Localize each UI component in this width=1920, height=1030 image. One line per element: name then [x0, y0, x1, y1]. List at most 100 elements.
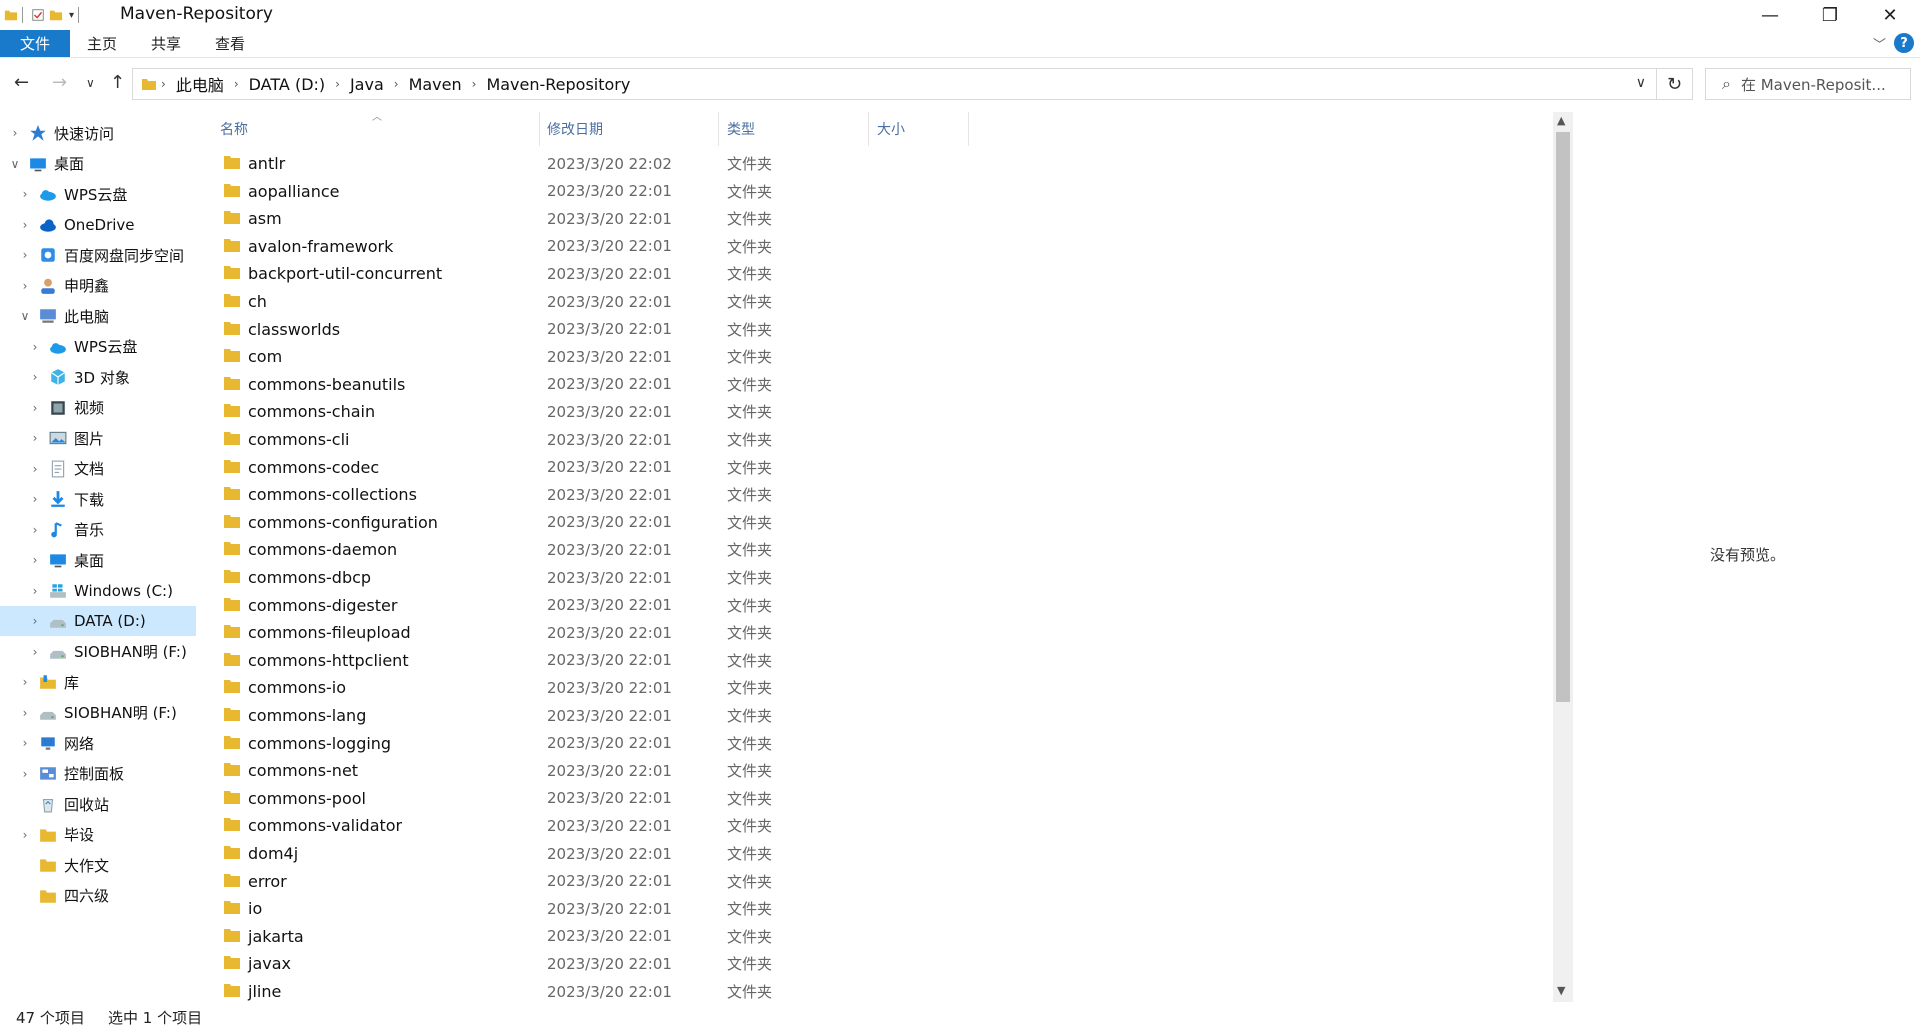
chevron-right-icon[interactable]: › — [18, 767, 32, 781]
table-row[interactable]: antlr 2023/3/20 22:02 文件夹 — [210, 150, 1550, 177]
chevron-right-icon[interactable]: › — [28, 523, 42, 537]
vertical-scrollbar[interactable]: ▲ ▼ — [1553, 112, 1573, 1002]
table-row[interactable]: commons-collections 2023/3/20 22:01 文件夹 — [210, 481, 1550, 508]
table-row[interactable]: commons-io 2023/3/20 22:01 文件夹 — [210, 674, 1550, 701]
scroll-up-icon[interactable]: ▲ — [1557, 114, 1565, 127]
table-row[interactable]: avalon-framework 2023/3/20 22:01 文件夹 — [210, 233, 1550, 260]
table-row[interactable]: commons-lang 2023/3/20 22:01 文件夹 — [210, 702, 1550, 729]
tree-item[interactable]: › Windows (C:) — [0, 576, 196, 606]
search-input[interactable]: ⌕ 在 Maven-Reposit... — [1705, 68, 1911, 100]
tree-item[interactable]: › 毕设 — [0, 820, 196, 850]
column-header-date[interactable]: 修改日期 — [547, 112, 717, 146]
chevron-right-icon[interactable]: › — [18, 279, 32, 293]
tab-view[interactable]: 查看 — [200, 30, 260, 57]
table-row[interactable]: commons-cli 2023/3/20 22:01 文件夹 — [210, 426, 1550, 453]
tree-item[interactable]: ∨ 桌面 — [0, 149, 196, 179]
tree-item[interactable]: › SIOBHAN明 (F:) — [0, 698, 196, 728]
table-row[interactable]: error 2023/3/20 22:01 文件夹 — [210, 868, 1550, 895]
tree-item[interactable]: › 百度网盘同步空间 — [0, 240, 196, 270]
breadcrumb-maven[interactable]: Maven — [409, 75, 462, 94]
tree-item[interactable]: › 视频 — [0, 393, 196, 423]
chevron-right-icon[interactable]: › — [18, 736, 32, 750]
maximize-button[interactable]: ❐ — [1800, 0, 1860, 30]
column-header-type[interactable]: 类型 — [727, 112, 867, 146]
divider[interactable] — [868, 112, 869, 146]
tree-item[interactable]: › WPS云盘 — [0, 332, 196, 362]
chevron-right-icon[interactable]: › — [394, 77, 399, 91]
column-header-size[interactable]: 大小 — [877, 112, 967, 146]
table-row[interactable]: aopalliance 2023/3/20 22:01 文件夹 — [210, 178, 1550, 205]
chevron-right-icon[interactable]: › — [28, 645, 42, 659]
breadcrumb-this-pc[interactable]: 此电脑 — [176, 72, 224, 96]
tree-item[interactable]: › WPS云盘 — [0, 179, 196, 209]
chevron-right-icon[interactable]: › — [28, 492, 42, 506]
tab-share[interactable]: 共享 — [136, 30, 196, 57]
tree-item[interactable]: › 控制面板 — [0, 759, 196, 789]
table-row[interactable]: dom4j 2023/3/20 22:01 文件夹 — [210, 840, 1550, 867]
chevron-right-icon[interactable]: › — [28, 401, 42, 415]
help-icon[interactable]: ? — [1894, 33, 1914, 53]
table-row[interactable]: commons-daemon 2023/3/20 22:01 文件夹 — [210, 536, 1550, 563]
forward-icon[interactable]: → — [52, 72, 67, 93]
up-icon[interactable]: ↑ — [110, 72, 125, 93]
customize-toolbar-icon[interactable]: ▾ — [69, 10, 74, 21]
tree-item[interactable]: › SIOBHAN明 (F:) — [0, 637, 196, 667]
table-row[interactable]: com 2023/3/20 22:01 文件夹 — [210, 343, 1550, 370]
table-row[interactable]: asm 2023/3/20 22:01 文件夹 — [210, 205, 1550, 232]
table-row[interactable]: classworlds 2023/3/20 22:01 文件夹 — [210, 316, 1550, 343]
tree-item[interactable]: 四六级 — [0, 881, 196, 911]
tree-item[interactable]: 大作文 — [0, 850, 196, 880]
tree-item[interactable]: › 库 — [0, 667, 196, 697]
new-folder-icon[interactable] — [49, 7, 63, 23]
close-button[interactable]: ✕ — [1860, 0, 1920, 30]
tree-item[interactable]: › 网络 — [0, 728, 196, 758]
tree-item[interactable]: › 快速访问 — [0, 118, 196, 148]
chevron-right-icon[interactable]: › — [28, 340, 42, 354]
tree-item[interactable]: › 音乐 — [0, 515, 196, 545]
tree-item[interactable]: › 3D 对象 — [0, 362, 196, 392]
table-row[interactable]: io 2023/3/20 22:01 文件夹 — [210, 895, 1550, 922]
table-row[interactable]: commons-httpclient 2023/3/20 22:01 文件夹 — [210, 647, 1550, 674]
table-row[interactable]: commons-pool 2023/3/20 22:01 文件夹 — [210, 785, 1550, 812]
chevron-right-icon[interactable]: › — [28, 431, 42, 445]
tree-item[interactable]: ∨ 此电脑 — [0, 301, 196, 331]
divider[interactable] — [539, 112, 540, 146]
chevron-right-icon[interactable]: › — [335, 77, 340, 91]
table-row[interactable]: jakarta 2023/3/20 22:01 文件夹 — [210, 923, 1550, 950]
tree-item[interactable]: › 申明鑫 — [0, 271, 196, 301]
chevron-right-icon[interactable]: › — [18, 675, 32, 689]
table-row[interactable]: ch 2023/3/20 22:01 文件夹 — [210, 288, 1550, 315]
table-row[interactable]: commons-fileupload 2023/3/20 22:01 文件夹 — [210, 619, 1550, 646]
breadcrumb-data-drive[interactable]: DATA (D:) — [249, 75, 326, 94]
refresh-button[interactable]: ↻ — [1657, 68, 1693, 100]
table-row[interactable]: commons-net 2023/3/20 22:01 文件夹 — [210, 757, 1550, 784]
chevron-right-icon[interactable]: › — [8, 126, 22, 140]
tree-item[interactable]: › OneDrive — [0, 210, 196, 240]
column-header-name[interactable]: 名称 — [220, 112, 540, 146]
table-row[interactable]: commons-configuration 2023/3/20 22:01 文件夹 — [210, 509, 1550, 536]
chevron-right-icon[interactable]: › — [18, 248, 32, 262]
table-row[interactable]: commons-logging 2023/3/20 22:01 文件夹 — [210, 730, 1550, 757]
chevron-right-icon[interactable]: › — [28, 553, 42, 567]
tree-item[interactable]: 回收站 — [0, 789, 196, 819]
chevron-down-icon[interactable]: ∨ — [18, 309, 32, 323]
chevron-right-icon[interactable]: › — [28, 370, 42, 384]
chevron-down-icon[interactable]: ∨ — [1636, 75, 1646, 91]
table-row[interactable]: commons-digester 2023/3/20 22:01 文件夹 — [210, 592, 1550, 619]
table-row[interactable]: commons-validator 2023/3/20 22:01 文件夹 — [210, 812, 1550, 839]
scroll-down-icon[interactable]: ▼ — [1557, 984, 1565, 997]
table-row[interactable]: commons-dbcp 2023/3/20 22:01 文件夹 — [210, 564, 1550, 591]
table-row[interactable]: commons-codec 2023/3/20 22:01 文件夹 — [210, 454, 1550, 481]
minimize-button[interactable]: — — [1740, 0, 1800, 30]
chevron-right-icon[interactable]: › — [234, 77, 239, 91]
tree-item[interactable]: › 文档 — [0, 454, 196, 484]
expand-ribbon-icon[interactable]: ﹀ — [1873, 34, 1886, 53]
chevron-right-icon[interactable]: › — [161, 77, 166, 91]
table-row[interactable]: backport-util-concurrent 2023/3/20 22:01 文… — [210, 260, 1550, 287]
chevron-right-icon[interactable]: › — [28, 584, 42, 598]
tab-file[interactable]: 文件 — [0, 30, 70, 57]
properties-icon[interactable] — [31, 7, 45, 23]
chevron-right-icon[interactable]: › — [28, 462, 42, 476]
table-row[interactable]: jline 2023/3/20 22:01 文件夹 — [210, 978, 1550, 1002]
table-row[interactable]: javax 2023/3/20 22:01 文件夹 — [210, 950, 1550, 977]
